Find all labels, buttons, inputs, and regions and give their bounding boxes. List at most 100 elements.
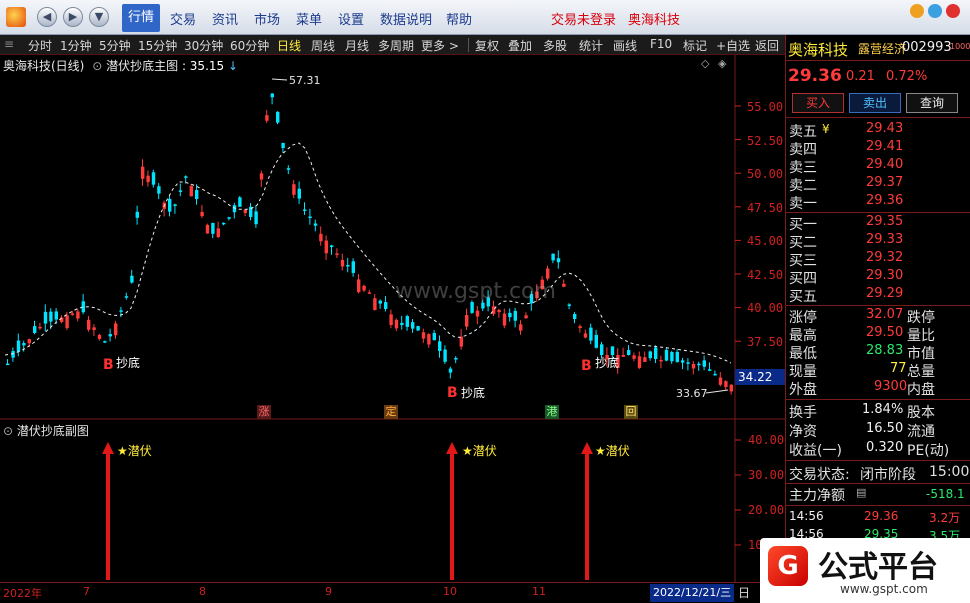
volume-ratio-label: 量比 [907,328,935,344]
period-30min[interactable]: 30分钟 [184,37,223,54]
minimize-icon[interactable] [910,4,924,18]
bid-5-price[interactable]: 29.29 [866,286,903,301]
lurk-signal-bar [585,450,589,580]
candle-body [394,319,399,329]
tool-draw[interactable]: 画线 [613,37,637,54]
lurk-signal-label: ★潜伏 [117,444,152,458]
tool-multi-stock[interactable]: 多股 [543,37,567,54]
forward-icon[interactable]: ▶ [63,7,83,27]
bid-4-label: 买四 [789,271,817,287]
sell-button[interactable]: 卖出 [849,93,901,113]
sub-indicator-toggle-icon[interactable]: ⊙ [3,424,13,438]
main-indicator-name[interactable]: 潜伏抄底主图 [106,59,178,73]
sub-chart-pane[interactable]: ⊙ 潜伏抄底副图 40.00 30.00 20.00 10 ★潜伏 ★潜伏 ★潜… [0,420,785,582]
candle-body [438,341,442,351]
menu-quotes[interactable]: 行情 [122,4,161,32]
period-5min[interactable]: 5分钟 [99,37,131,54]
period-more[interactable]: 更多 > [421,37,459,54]
query-button[interactable]: 查询 [906,93,958,113]
event-marker[interactable]: 定 [384,405,398,419]
candle-body [708,369,712,371]
period-15min[interactable]: 15分钟 [138,37,177,54]
candle-body [141,166,145,179]
candle-body [65,315,69,329]
tool-stats[interactable]: 统计 [579,37,603,54]
ask-1-price[interactable]: 29.36 [866,193,903,208]
event-marker[interactable]: 港 [545,405,559,419]
candle-body [389,314,393,325]
collapse-icon[interactable]: ▼ [89,7,109,27]
candle-body [367,292,372,294]
back-icon[interactable]: ◀ [37,7,57,27]
low-value: 28.83 [866,343,904,358]
tool-adjust[interactable]: 复权 [475,37,499,54]
toolbar-divider [468,38,469,52]
candle-body [427,334,431,345]
period-weekly[interactable]: 周线 [311,37,335,54]
candle-body [524,315,528,319]
ask-4-price[interactable]: 29.41 [866,139,903,154]
stock-code-suffix: 1000 [950,42,970,51]
candle-body [697,363,701,366]
period-tick[interactable]: 分时 [28,37,52,54]
menu-market[interactable]: 市场 [254,9,280,28]
period-60min[interactable]: 60分钟 [230,37,269,54]
current-price-tag: 34.22 [735,369,785,385]
concept-tag[interactable]: 露营经济 [858,40,906,57]
ask-1-label: 卖一 [789,196,817,212]
menu-menu[interactable]: 菜单 [296,9,322,28]
ask-3-price[interactable]: 29.40 [866,157,903,172]
chart-toggle-icon[interactable]: ▤ [856,486,866,499]
menu-news[interactable]: 资讯 [212,9,238,28]
menu-data-info[interactable]: 数据说明 [380,9,432,28]
lurk-signal-arrow [102,442,114,454]
buy-button[interactable]: 买入 [792,93,844,113]
menu-settings[interactable]: 设置 [338,9,364,28]
tool-add-watchlist[interactable]: +自选 [716,37,750,54]
indicator-toggle-icon[interactable]: ⊙ [92,59,102,73]
current-stock-title: 奥海科技 [628,13,681,28]
period-monthly[interactable]: 月线 [345,37,369,54]
candle-body [675,351,679,362]
event-marker[interactable]: 涨 [257,405,271,419]
tool-f10[interactable]: F10 [650,37,672,51]
main-chart-pane[interactable]: 奥海科技(日线) ⊙ 潜伏抄底主图 : 35.15 ↓ ◇ ◈ 55.00 52… [0,55,785,420]
sub-indicator-name[interactable]: 潜伏抄底副图 [17,424,89,438]
trade-login-status[interactable]: 交易未登录 [551,9,616,28]
tool-mark[interactable]: 标记 [683,37,707,54]
divider [786,399,970,400]
event-marker[interactable]: 回 [624,405,638,419]
bid-4-price[interactable]: 29.30 [866,268,903,283]
menu-trade[interactable]: 交易 [170,9,196,28]
candle-body [6,363,10,366]
x-tick: 11 [532,585,546,598]
turnover-value: 1.84% [862,402,904,417]
trade-state-label: 交易状态: [789,467,850,483]
y-tick: 42.50 [747,268,784,282]
bid-3-price[interactable]: 29.32 [866,250,903,265]
high-price-label: 57.31 [289,74,321,87]
ask-2-price[interactable]: 29.37 [866,175,903,190]
buy-signal-letter: B [447,385,458,401]
period-daily[interactable]: 日线 [277,37,301,54]
candle-body [670,352,674,362]
candle-body [87,319,91,330]
maximize-icon[interactable] [928,4,942,18]
bid-2-price[interactable]: 29.33 [866,232,903,247]
ask-5-price[interactable]: 29.43 [866,121,903,136]
candle-body [502,313,507,326]
close-icon[interactable] [946,4,960,18]
candle-body [475,310,480,317]
menu-help[interactable]: 帮助 [446,9,472,28]
candle-body [324,240,328,254]
tool-back[interactable]: 返回 [755,37,779,54]
diamond-icon[interactable]: ◇ [701,57,709,70]
bid-1-price[interactable]: 29.35 [866,214,903,229]
candle-body [286,168,291,170]
period-multi[interactable]: 多周期 [378,37,414,54]
tool-overlay[interactable]: 叠加 [508,37,532,54]
net-asset-value: 16.50 [866,421,904,436]
buy-signal-letter: B [581,358,592,374]
period-1min[interactable]: 1分钟 [60,37,92,54]
pane-settings-icon[interactable]: ◈ [718,57,726,70]
